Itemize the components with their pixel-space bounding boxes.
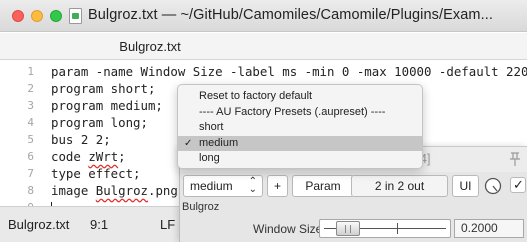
line-number: 4 <box>27 116 34 129</box>
ui-button[interactable]: UI <box>452 175 479 197</box>
chevron-up-down-icon: ⌃ ⌄ <box>248 176 257 195</box>
parameter-label: Window Size <box>253 222 323 236</box>
knob-icon[interactable] <box>484 177 502 195</box>
line-number: 7 <box>27 167 34 180</box>
menu-item-medium[interactable]: ✓ medium <box>178 135 422 151</box>
code-keyword: image <box>51 183 96 198</box>
checkmark-icon: ✓ <box>513 177 524 192</box>
window-title: Bulgroz.txt — ~/GitHub/Camomiles/Camomil… <box>88 7 493 23</box>
plugin-name: Bulgroz <box>182 201 220 213</box>
line-number: 5 <box>27 133 34 146</box>
close-window-button[interactable] <box>12 10 24 22</box>
status-filename: Bulgroz.txt <box>8 217 70 232</box>
line-text: program medium; <box>51 98 163 113</box>
code-punct: ; <box>118 149 126 164</box>
code-keyword: code <box>51 149 89 164</box>
menu-item-long[interactable]: long <box>178 151 422 167</box>
menu-item-label: ---- AU Factory Presets (.aupreset) ---- <box>199 105 386 118</box>
menu-item-label: Reset to factory default <box>199 90 313 102</box>
line-text: param -name Window Size -label ms -min 0… <box>51 64 527 79</box>
misspelled-word: zWrt <box>88 149 119 164</box>
line-text: type effect; <box>51 166 141 181</box>
io-config-field[interactable]: 2 in 2 out <box>351 175 448 197</box>
menu-item-label: short <box>199 121 224 133</box>
code-line: 1 param -name Window Size -label ms -min… <box>0 63 527 80</box>
checkmark-icon: ✓ <box>184 137 193 149</box>
minimize-window-button[interactable] <box>31 10 43 22</box>
line-number: 1 <box>27 65 34 78</box>
line-text: image Bulgroz.png; <box>51 183 185 198</box>
add-preset-button[interactable]: + <box>267 175 288 197</box>
line-number: 6 <box>27 150 34 163</box>
line-text: code zWrt; <box>51 149 126 164</box>
line-text: bus 2 2; <box>51 132 111 147</box>
status-cursor-position[interactable]: 9:1 <box>90 217 108 232</box>
tab-bar: Bulgroz.txt <box>0 33 527 60</box>
preset-select[interactable]: medium ⌃ ⌄ <box>183 175 263 197</box>
slider-tick <box>397 223 399 234</box>
line-text: program short; <box>51 81 156 96</box>
param-button[interactable]: Param <box>292 175 354 197</box>
status-line-ending[interactable]: LF <box>160 217 175 232</box>
menu-item-label: medium <box>199 136 239 149</box>
line-number: 3 <box>27 99 34 112</box>
misspelled-word: Bulgroz <box>95 183 148 198</box>
menu-item-factory-presets-header: ---- AU Factory Presets (.aupreset) ---- <box>178 105 422 121</box>
parameter-value-field[interactable]: 0.2000 <box>454 219 524 238</box>
text-file-icon[interactable] <box>69 8 82 24</box>
line-number: 2 <box>27 82 34 95</box>
menu-item-short[interactable]: short <box>178 120 422 136</box>
preset-select-value: medium <box>190 179 233 193</box>
title-bar: Bulgroz.txt — ~/GitHub/Camomiles/Camomil… <box>0 0 527 32</box>
line-text: program long; <box>51 115 148 130</box>
bypass-checkbox[interactable]: ✓ <box>510 177 526 193</box>
window-size-slider[interactable] <box>319 219 451 238</box>
zoom-window-button[interactable] <box>50 10 62 22</box>
menu-item-reset[interactable]: Reset to factory default <box>178 89 422 105</box>
tab-bulgroz[interactable]: Bulgroz.txt <box>0 39 300 54</box>
preset-dropdown-menu: Reset to factory default ---- AU Factory… <box>177 84 423 169</box>
pin-icon[interactable] <box>508 151 522 167</box>
slider-thumb[interactable] <box>336 221 361 236</box>
line-number: 8 <box>27 184 34 197</box>
menu-item-label: long <box>199 152 220 164</box>
